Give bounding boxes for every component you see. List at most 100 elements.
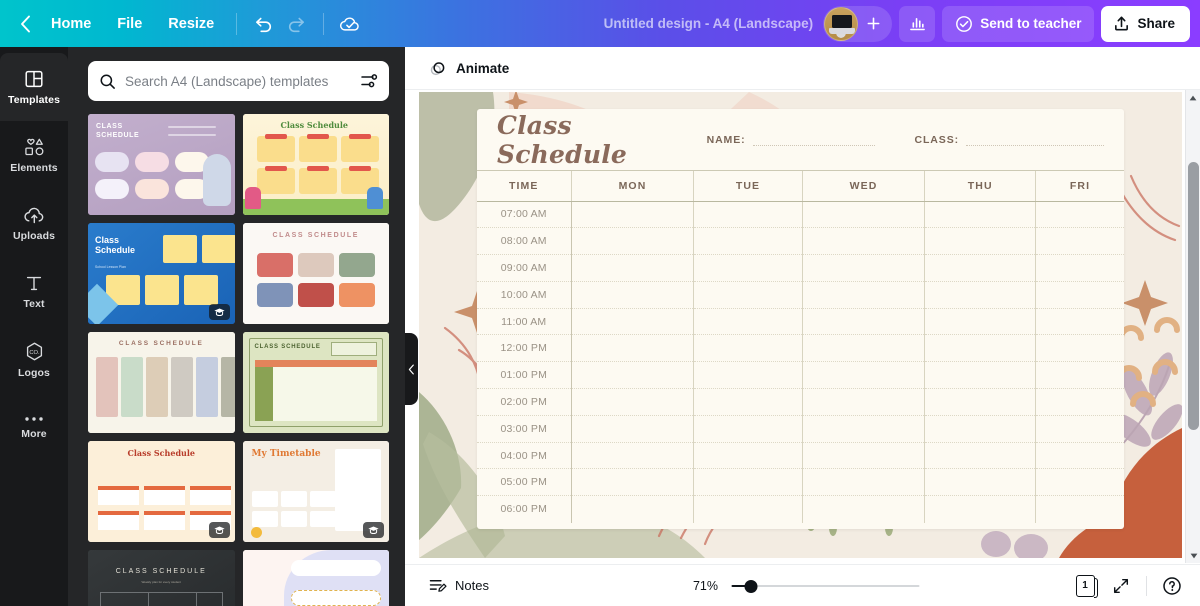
- slot-cell[interactable]: [924, 254, 1037, 282]
- slot-cell[interactable]: [571, 334, 695, 363]
- slot-cell[interactable]: [693, 468, 803, 497]
- slot-cell[interactable]: [1035, 361, 1124, 390]
- slot-cell[interactable]: [571, 468, 695, 497]
- page-manager-button[interactable]: 1: [1069, 570, 1101, 602]
- slot-cell[interactable]: [693, 388, 803, 416]
- slot-cell[interactable]: [571, 308, 695, 336]
- slot-cell[interactable]: [924, 495, 1037, 523]
- notes-button[interactable]: Notes: [419, 571, 498, 601]
- slot-cell[interactable]: [693, 334, 803, 363]
- zoom-slider[interactable]: [731, 578, 919, 594]
- slot-cell[interactable]: [802, 201, 926, 229]
- vertical-scroll-thumb[interactable]: [1188, 162, 1199, 430]
- slot-cell[interactable]: [1035, 468, 1124, 497]
- slot-cell[interactable]: [571, 281, 695, 309]
- table-row[interactable]: 10:00 AM: [477, 281, 1124, 309]
- template-card[interactable]: Class Schedule: [242, 114, 389, 215]
- slot-cell[interactable]: [571, 495, 695, 523]
- help-button[interactable]: [1156, 570, 1188, 602]
- slot-cell[interactable]: [924, 308, 1037, 336]
- table-row[interactable]: 05:00 PM: [477, 468, 1124, 497]
- slot-cell[interactable]: [1035, 415, 1124, 443]
- slot-cell[interactable]: [802, 388, 926, 416]
- slot-cell[interactable]: [693, 442, 803, 470]
- class-input-line[interactable]: [966, 135, 1104, 146]
- sidebar-item-uploads[interactable]: Uploads: [0, 189, 68, 257]
- template-card[interactable]: CLASS SCHEDULE: [88, 332, 235, 433]
- send-to-teacher-button[interactable]: Send to teacher: [942, 5, 1095, 42]
- sidebar-item-more[interactable]: More: [0, 393, 68, 461]
- sidebar-item-templates[interactable]: Templates: [0, 53, 68, 121]
- table-row[interactable]: 02:00 PM: [477, 388, 1124, 416]
- slot-cell[interactable]: [802, 308, 926, 336]
- slot-cell[interactable]: [924, 201, 1037, 229]
- slot-cell[interactable]: [802, 361, 926, 390]
- slot-cell[interactable]: [802, 415, 926, 443]
- template-card[interactable]: Class Schedule School Lesson Plan: [88, 223, 235, 324]
- slot-cell[interactable]: [693, 281, 803, 309]
- sidebar-item-logos[interactable]: CO. Logos: [0, 325, 68, 393]
- search-input[interactable]: [125, 73, 351, 89]
- slot-cell[interactable]: [571, 227, 695, 256]
- sidebar-item-text[interactable]: Text: [0, 257, 68, 325]
- slot-cell[interactable]: [924, 388, 1037, 416]
- slot-cell[interactable]: [1035, 388, 1124, 416]
- search-box[interactable]: [88, 61, 389, 101]
- slot-cell[interactable]: [1035, 442, 1124, 470]
- slot-cell[interactable]: [571, 201, 695, 229]
- vertical-scrollbar[interactable]: [1185, 90, 1200, 563]
- slot-cell[interactable]: [1035, 334, 1124, 363]
- table-row[interactable]: 01:00 PM: [477, 361, 1124, 390]
- name-input-line[interactable]: [752, 135, 875, 146]
- undo-button[interactable]: [246, 7, 280, 41]
- back-button[interactable]: [12, 9, 38, 39]
- slot-cell[interactable]: [571, 442, 695, 470]
- slot-cell[interactable]: [1035, 281, 1124, 309]
- slot-cell[interactable]: [693, 415, 803, 443]
- slot-cell[interactable]: [1035, 308, 1124, 336]
- template-card[interactable]: Class Schedule: [88, 441, 235, 542]
- slot-cell[interactable]: [924, 468, 1037, 497]
- search-filter-button[interactable]: [360, 72, 378, 90]
- slot-cell[interactable]: [802, 468, 926, 497]
- slot-cell[interactable]: [802, 442, 926, 470]
- template-card[interactable]: CLASS SCHEDULE Weekly plan for every stu…: [88, 550, 235, 606]
- collaborators-group[interactable]: [823, 5, 893, 42]
- table-row[interactable]: 06:00 PM: [477, 495, 1124, 523]
- file-menu-button[interactable]: File: [104, 9, 155, 39]
- template-card[interactable]: CLASS SCHEDULE: [242, 332, 389, 433]
- slot-cell[interactable]: [571, 415, 695, 443]
- slot-cell[interactable]: [924, 442, 1037, 470]
- name-field[interactable]: NAME:: [707, 134, 875, 146]
- slot-cell[interactable]: [693, 227, 803, 256]
- slot-cell[interactable]: [693, 361, 803, 390]
- slot-cell[interactable]: [1035, 227, 1124, 256]
- template-card[interactable]: CLASS SCHEDULE: [88, 114, 235, 215]
- table-row[interactable]: 11:00 AM: [477, 308, 1124, 336]
- template-card[interactable]: My Timetable: [242, 441, 389, 542]
- slot-cell[interactable]: [693, 308, 803, 336]
- slot-cell[interactable]: [1036, 496, 1124, 523]
- home-button[interactable]: Home: [38, 9, 104, 39]
- scroll-up-button[interactable]: [1186, 90, 1200, 105]
- slot-cell[interactable]: [802, 495, 926, 523]
- redo-button[interactable]: [280, 7, 314, 41]
- class-field[interactable]: CLASS:: [915, 134, 1104, 146]
- slot-cell[interactable]: [924, 361, 1037, 390]
- slot-cell[interactable]: [571, 388, 695, 416]
- slot-cell[interactable]: [802, 281, 926, 309]
- document-title[interactable]: Untitled design - A4 (Landscape): [594, 10, 824, 37]
- slot-cell[interactable]: [693, 201, 803, 229]
- design-page[interactable]: Class Schedule NAME: CLASS: TIME MON TUE…: [419, 92, 1182, 558]
- table-row[interactable]: 12:00 PM: [477, 334, 1124, 363]
- animate-button[interactable]: Animate: [419, 52, 519, 84]
- slot-cell[interactable]: [924, 334, 1037, 363]
- table-row[interactable]: 09:00 AM: [477, 254, 1124, 282]
- slot-cell[interactable]: [924, 227, 1037, 256]
- schedule-card[interactable]: Class Schedule NAME: CLASS: TIME MON TUE…: [477, 109, 1124, 529]
- slot-cell[interactable]: [802, 254, 926, 282]
- zoom-slider-knob[interactable]: [744, 579, 757, 593]
- table-row[interactable]: 08:00 AM: [477, 227, 1124, 256]
- table-row[interactable]: 07:00 AM: [477, 201, 1124, 229]
- slot-cell[interactable]: [571, 361, 695, 390]
